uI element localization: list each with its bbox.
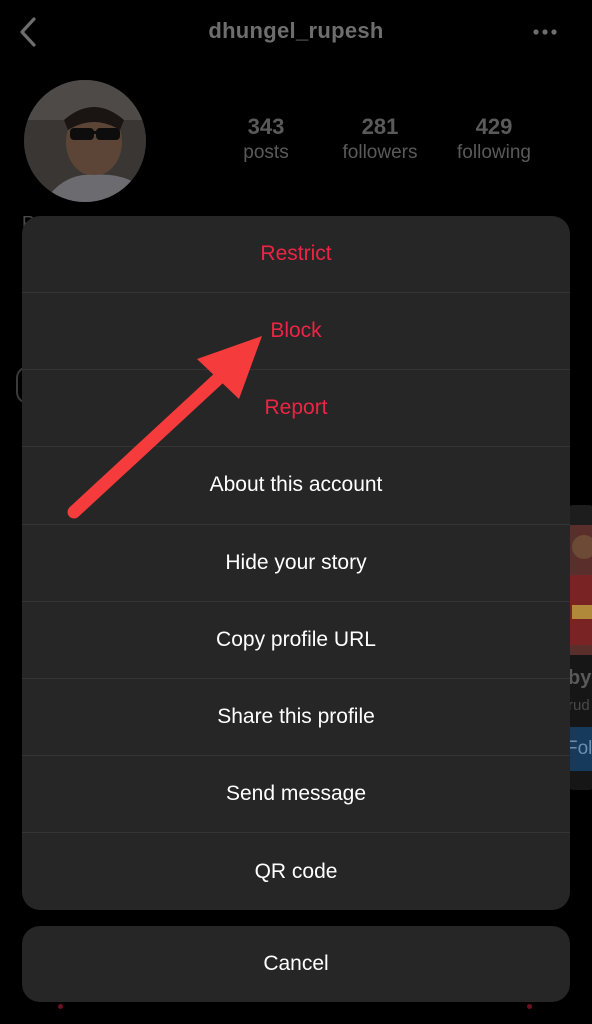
block-option[interactable]: Block [22,293,570,371]
about-account-option[interactable]: About this account [22,447,570,525]
followers-label: followers [342,142,418,163]
share-profile-option[interactable]: Share this profile [22,679,570,756]
following-stat[interactable]: 429 following [434,114,554,166]
suggested-account-sub-fragment: rud [568,697,590,714]
more-options-button[interactable] [530,20,562,44]
profile-options-sheet: Restrict Block Report About this account… [22,216,570,910]
posts-count: 343 [247,114,285,139]
send-message-option[interactable]: Send message [22,756,570,833]
profile-username: dhungel_rupesh [208,18,384,43]
more-horizontal-icon [533,29,557,35]
copy-profile-url-option[interactable]: Copy profile URL [22,602,570,679]
report-option[interactable]: Report [22,370,570,448]
qr-code-option[interactable]: QR code [22,833,570,910]
avatar-photo [24,80,146,202]
suggested-account-name-fragment: by [568,667,592,689]
profile-header: dhungel_rupesh [0,0,592,64]
following-label: following [457,142,531,163]
profile-avatar[interactable] [24,80,146,202]
followers-stat[interactable]: 281 followers [320,114,440,166]
posts-stat[interactable]: 343 posts [206,114,326,166]
notification-dot [58,1004,63,1009]
profile-notification-dot [527,1004,532,1009]
following-count: 429 [475,114,513,139]
restrict-option[interactable]: Restrict [22,216,570,294]
posts-label: posts [243,142,289,163]
cancel-button[interactable]: Cancel [22,926,570,1002]
hide-story-option[interactable]: Hide your story [22,525,570,602]
followers-count: 281 [361,114,399,139]
